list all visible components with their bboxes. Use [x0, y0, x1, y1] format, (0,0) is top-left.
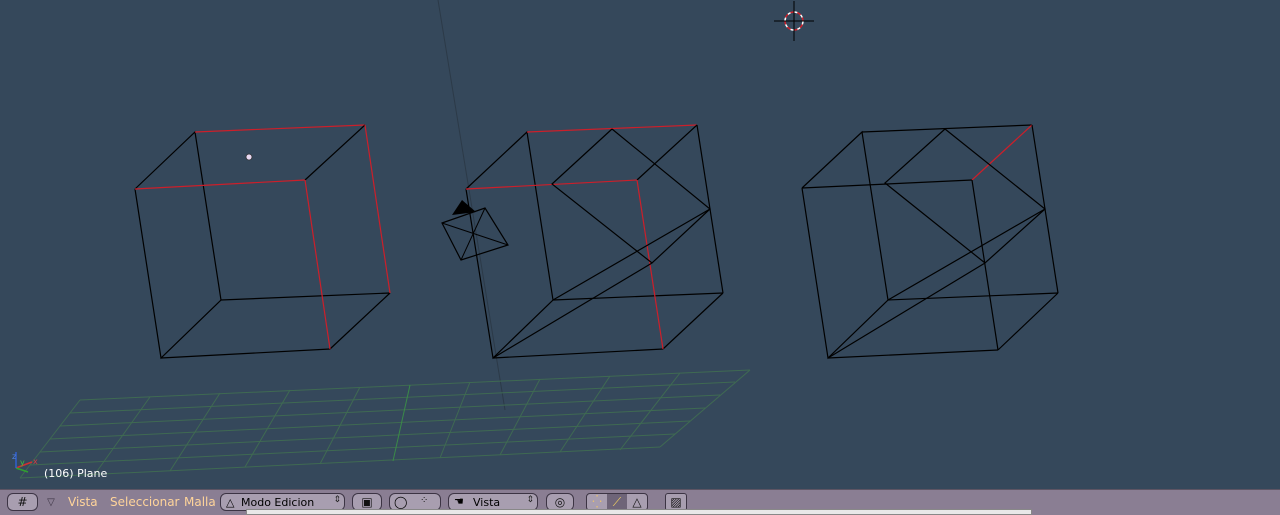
- edge-select-button[interactable]: ⟋: [607, 494, 627, 510]
- cube-mesh-2[interactable]: [465, 124, 724, 360]
- face-select-icon: △: [632, 495, 642, 509]
- 3d-viewport[interactable]: x y z (106) Plane: [0, 0, 1280, 489]
- triangle-down-icon: ▽: [47, 496, 55, 508]
- mode-label: Modo Edicion: [241, 496, 315, 509]
- axis-z-label: z: [12, 452, 16, 461]
- hand-icon: ☚: [454, 495, 464, 508]
- pivot-icon: ◯: [394, 495, 408, 509]
- menu-malla[interactable]: Malla: [184, 495, 216, 509]
- collapse-menus-button[interactable]: ▽: [44, 493, 58, 511]
- render-icon: ▨: [670, 495, 682, 509]
- proportional-icon: ◎: [554, 495, 566, 509]
- menu-vista[interactable]: Vista: [68, 495, 98, 509]
- draw-type-label: Vista: [473, 496, 501, 509]
- mode-triangle-icon: △: [226, 496, 235, 509]
- grid-floor: [19, 369, 751, 479]
- window-strip: [246, 509, 1032, 515]
- 3d-cursor-icon[interactable]: [774, 1, 814, 41]
- face-select-button[interactable]: △: [627, 494, 647, 510]
- axis-y-label: y: [20, 458, 25, 467]
- view-type-button[interactable]: #: [7, 493, 38, 511]
- axis-x-label: x: [33, 457, 38, 466]
- object-info-label: (106) Plane: [44, 467, 108, 480]
- chevron-updown-icon: ⇕: [333, 495, 341, 505]
- vertex-select-icon: ⁛: [592, 495, 602, 509]
- grid-icon: #: [17, 495, 28, 509]
- dots-icon: ⁘: [420, 495, 429, 506]
- chevron-updown-icon: ⇕: [526, 495, 534, 505]
- world-axis-line: [437, 0, 506, 411]
- object-select-icon: ▣: [361, 495, 373, 509]
- cube-mesh-1[interactable]: [134, 124, 391, 360]
- menu-seleccionar[interactable]: Seleccionar: [110, 495, 179, 509]
- viewport-canvas[interactable]: x y z: [0, 0, 1280, 489]
- camera-object-icon[interactable]: [441, 200, 509, 261]
- edge-select-icon: ⟋: [612, 494, 622, 509]
- vertex-select-button[interactable]: ⁛: [587, 494, 607, 510]
- cube-mesh-3[interactable]: [801, 124, 1059, 360]
